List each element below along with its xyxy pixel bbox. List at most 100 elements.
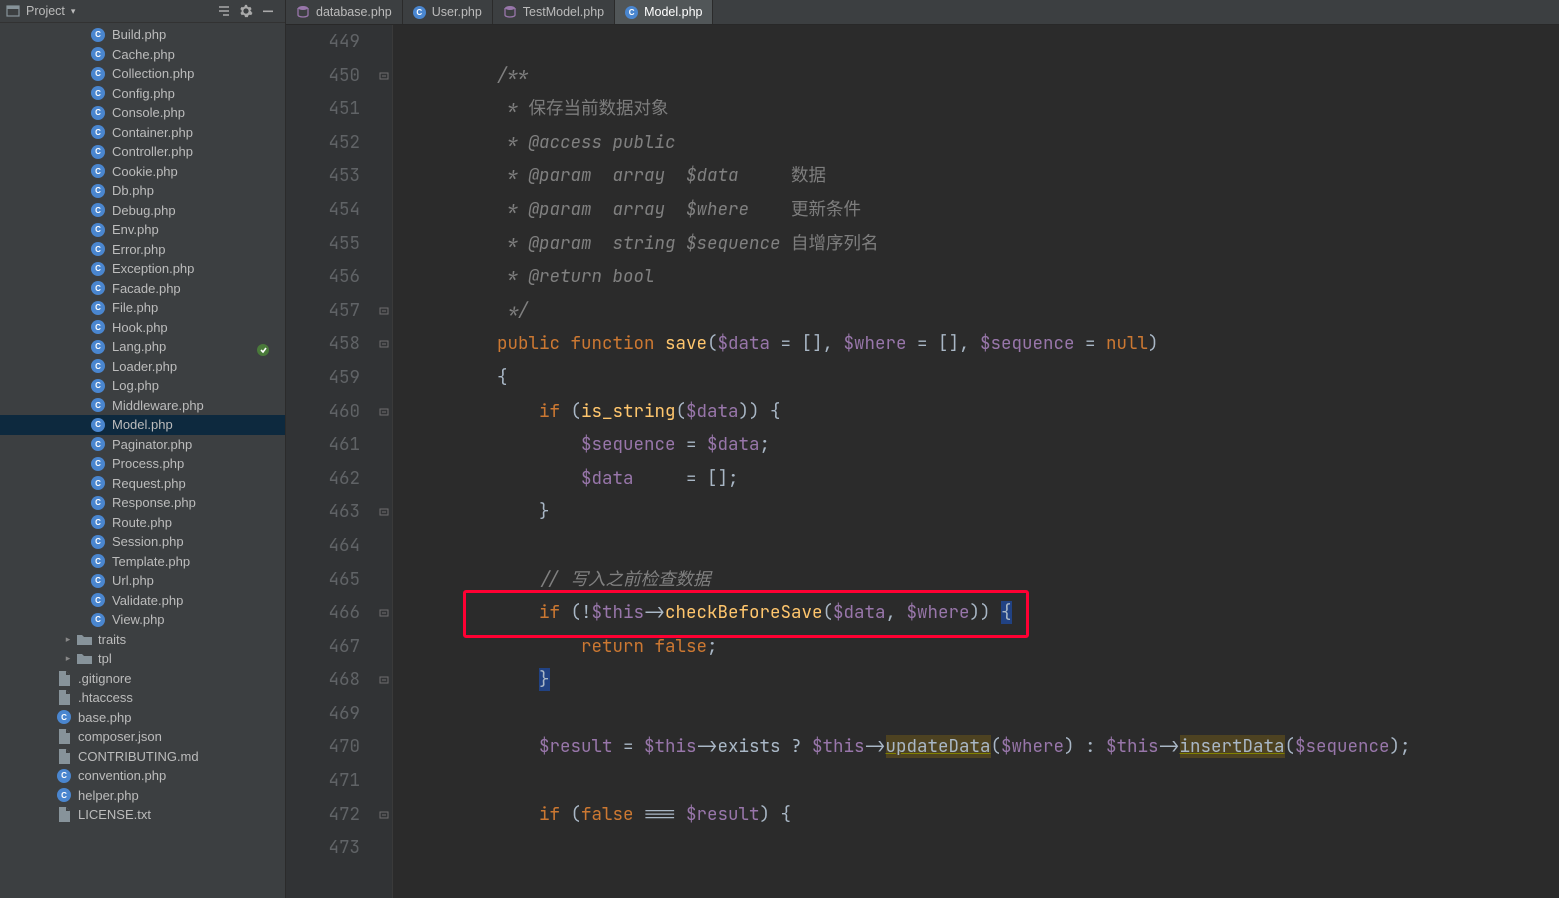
code-line[interactable]: */ [413, 294, 1559, 328]
tree-folder[interactable]: ▸traits [0, 630, 285, 650]
code-editor[interactable]: /** * 保存当前数据对象 * @access public * @param… [393, 25, 1559, 898]
tree-file[interactable]: CRequest.php [0, 474, 285, 494]
code-line[interactable]: * @access public [413, 126, 1559, 160]
tree-folder[interactable]: ▸tpl [0, 649, 285, 669]
code-line[interactable]: $data = []; [413, 462, 1559, 496]
tree-file[interactable]: CError.php [0, 240, 285, 260]
fold-icon[interactable] [378, 506, 390, 518]
fold-icon[interactable] [378, 305, 390, 317]
tree-file[interactable]: composer.json [0, 727, 285, 747]
tree-file[interactable]: CResponse.php [0, 493, 285, 513]
tree-file[interactable]: CTemplate.php [0, 552, 285, 572]
tree-file[interactable]: CEnv.php [0, 220, 285, 240]
code-line[interactable] [413, 529, 1559, 563]
tree-file-label: Debug.php [112, 203, 176, 218]
project-tree[interactable]: CBuild.phpCCache.phpCCollection.phpCConf… [0, 23, 285, 898]
fold-icon[interactable] [378, 70, 390, 82]
tree-file[interactable]: CController.php [0, 142, 285, 162]
tab-label: database.php [316, 5, 392, 19]
code-line[interactable]: * @param array $where 更新条件 [413, 193, 1559, 227]
tree-file[interactable]: .htaccess [0, 688, 285, 708]
tree-file[interactable]: CPaginator.php [0, 435, 285, 455]
tree-file[interactable]: CCookie.php [0, 162, 285, 182]
code-line[interactable] [413, 764, 1559, 798]
line-number-gutter: 449 450 451 452 453 454 455 456 457 458 … [286, 25, 376, 898]
tree-file[interactable]: CView.php [0, 610, 285, 630]
tab-label: TestModel.php [523, 5, 604, 19]
fold-icon[interactable] [378, 406, 390, 418]
tree-file[interactable]: CFacade.php [0, 279, 285, 299]
fold-icon[interactable] [378, 338, 390, 350]
tree-file[interactable]: Cconvention.php [0, 766, 285, 786]
code-line[interactable]: * @return bool [413, 260, 1559, 294]
tree-file[interactable]: CSession.php [0, 532, 285, 552]
tree-file[interactable]: CCache.php [0, 45, 285, 65]
project-dropdown-chevron[interactable]: ▾ [71, 6, 76, 17]
tree-file[interactable]: CLang.php [0, 337, 285, 357]
minimize-icon[interactable] [257, 1, 279, 21]
editor-tab[interactable]: TestModel.php [493, 0, 615, 24]
tree-file-label: Loader.php [112, 359, 177, 374]
tree-file[interactable]: CRoute.php [0, 513, 285, 533]
tree-file[interactable]: Chelper.php [0, 786, 285, 806]
tree-folder-label: tpl [98, 651, 112, 666]
code-line[interactable]: { [413, 361, 1559, 395]
code-line[interactable]: } [413, 663, 1559, 697]
toolbar-btn-scroll[interactable] [213, 1, 235, 21]
tree-file-label: Hook.php [112, 320, 168, 335]
tree-file[interactable]: CModel.php [0, 415, 285, 435]
tree-file-label: base.php [78, 710, 132, 725]
gear-icon[interactable] [235, 1, 257, 21]
tree-file[interactable]: CMiddleware.php [0, 396, 285, 416]
tree-file-label: Build.php [112, 27, 166, 42]
tree-file[interactable]: CCollection.php [0, 64, 285, 84]
editor-tab[interactable]: CModel.php [615, 0, 713, 24]
code-line[interactable]: public function save($data = [], $where … [413, 327, 1559, 361]
tree-file[interactable]: CFile.php [0, 298, 285, 318]
tree-file-label: Url.php [112, 573, 154, 588]
tree-file[interactable]: CDebug.php [0, 201, 285, 221]
fold-icon[interactable] [378, 809, 390, 821]
tree-file-label: Model.php [112, 417, 173, 432]
tree-file[interactable]: CProcess.php [0, 454, 285, 474]
tree-file[interactable]: CHook.php [0, 318, 285, 338]
project-title: Project [26, 4, 65, 18]
editor-tab[interactable]: database.php [286, 0, 403, 24]
tree-file[interactable]: CBuild.php [0, 25, 285, 45]
code-line[interactable]: * @param array $data 数据 [413, 159, 1559, 193]
gutter-db-icon[interactable] [256, 336, 271, 370]
tree-file[interactable]: CValidate.php [0, 591, 285, 611]
code-line[interactable]: * @param string $sequence 自增序列名 [413, 227, 1559, 261]
code-line[interactable] [413, 697, 1559, 731]
tree-file[interactable]: CLog.php [0, 376, 285, 396]
code-line[interactable] [413, 25, 1559, 59]
editor-tabs: database.php CUser.php TestModel.php CModel… [286, 0, 1559, 25]
fold-gutter [376, 25, 393, 898]
fold-icon[interactable] [378, 607, 390, 619]
code-line[interactable]: $sequence = $data; [413, 428, 1559, 462]
tree-file-label: Log.php [112, 378, 159, 393]
tree-file[interactable]: .gitignore [0, 669, 285, 689]
fold-icon[interactable] [378, 674, 390, 686]
code-line[interactable]: /** [413, 59, 1559, 93]
code-line[interactable]: } [413, 495, 1559, 529]
code-line[interactable] [413, 831, 1559, 865]
tree-folder-label: traits [98, 632, 126, 647]
tree-file[interactable]: CContainer.php [0, 123, 285, 143]
tree-file[interactable]: Cbase.php [0, 708, 285, 728]
tree-file-label: Session.php [112, 534, 184, 549]
code-area: 449 450 451 452 453 454 455 456 457 458 … [286, 25, 1559, 898]
tree-file[interactable]: LICENSE.txt [0, 805, 285, 825]
code-line[interactable]: if (is_string($data)) { [413, 395, 1559, 429]
tree-file[interactable]: CConsole.php [0, 103, 285, 123]
tree-file[interactable]: CLoader.php [0, 357, 285, 377]
tree-file[interactable]: CConfig.php [0, 84, 285, 104]
tree-file[interactable]: CDb.php [0, 181, 285, 201]
code-line[interactable]: * 保存当前数据对象 [413, 92, 1559, 126]
code-line[interactable]: $result = $this->exists ? $this->updateD… [413, 730, 1559, 764]
editor-tab[interactable]: CUser.php [403, 0, 493, 24]
tree-file[interactable]: CException.php [0, 259, 285, 279]
tree-file[interactable]: CUrl.php [0, 571, 285, 591]
code-line[interactable]: if (false === $result) { [413, 798, 1559, 832]
tree-file[interactable]: CONTRIBUTING.md [0, 747, 285, 767]
